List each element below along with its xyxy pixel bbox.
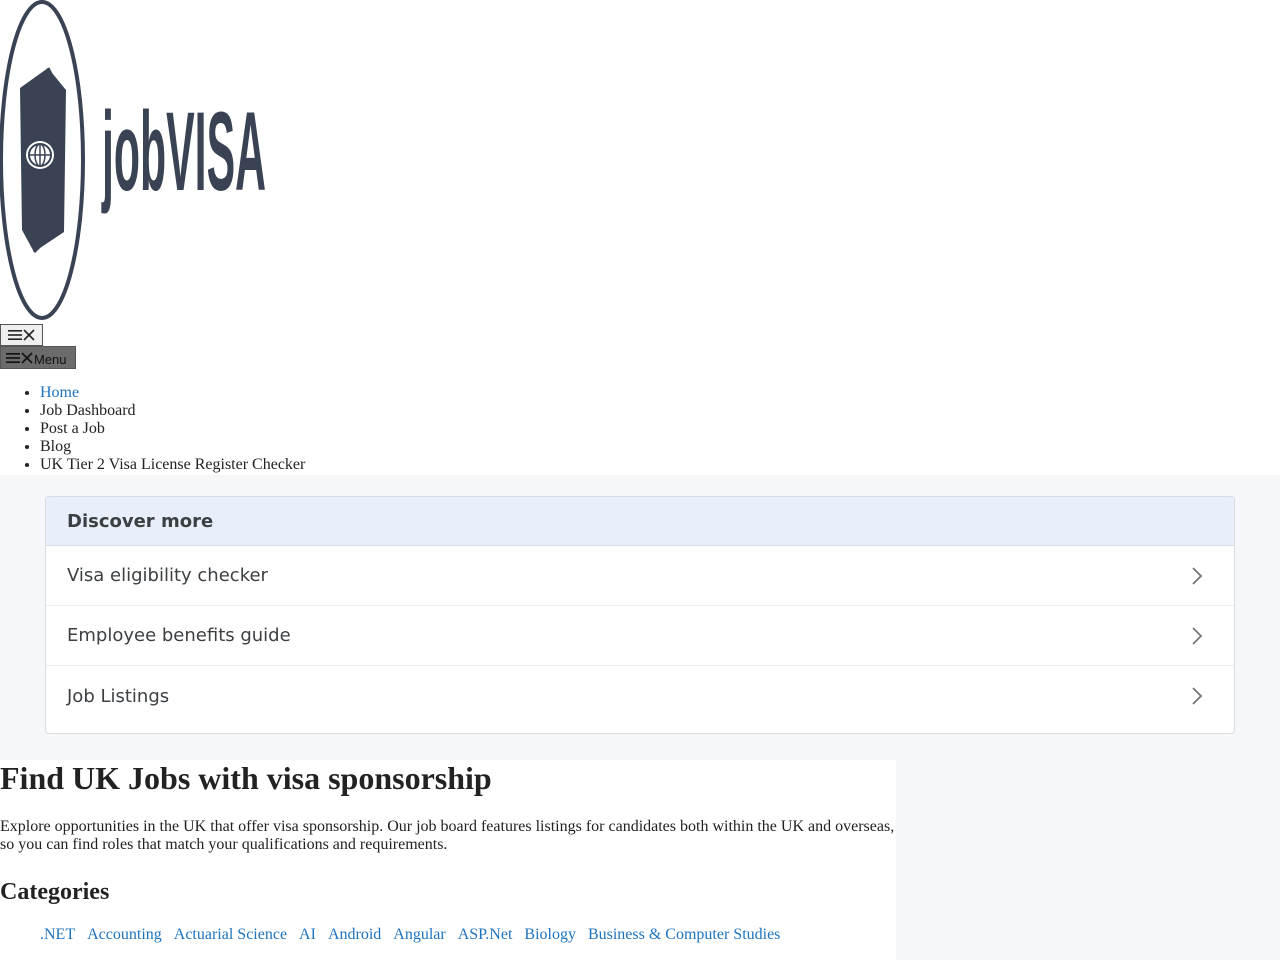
site-logo[interactable]: jobVISA — [0, 0, 270, 322]
close-icon — [23, 329, 35, 341]
menu-button-label: Menu — [34, 351, 67, 367]
nav-item-license-checker[interactable]: UK Tier 2 Visa License Register Checker — [40, 456, 305, 474]
nav-toggle-button[interactable] — [0, 324, 43, 346]
category-item[interactable]: Accounting — [87, 924, 162, 946]
category-link[interactable]: Accounting — [87, 926, 162, 943]
main-content: Find UK Jobs with visa sponsorship Explo… — [0, 760, 896, 960]
nav-item-job-dashboard[interactable]: Job Dashboard — [40, 402, 305, 420]
nav-item-post-a-job[interactable]: Post a Job — [40, 420, 305, 438]
category-item[interactable]: Biology — [524, 924, 576, 946]
discover-item-employee-benefits[interactable]: Employee benefits guide — [46, 606, 1234, 666]
category-item[interactable]: ASP.Net — [458, 924, 513, 946]
jobvisa-logo-icon: jobVISA — [0, 0, 266, 320]
nav-item-blog[interactable]: Blog — [40, 438, 305, 456]
discover-more-title: Discover more — [46, 497, 1234, 546]
chevron-right-icon — [1192, 626, 1203, 645]
category-link[interactable]: AI — [299, 926, 316, 943]
category-list: .NET Accounting Actuarial Science AI And… — [40, 924, 890, 946]
nav-link-home[interactable]: Home — [40, 384, 79, 401]
discover-item-label: Job Listings — [67, 685, 170, 707]
menu-button[interactable]: Menu — [0, 346, 76, 369]
page-title: Find UK Jobs with visa sponsorship — [0, 760, 492, 796]
discover-more-panel: Discover more Visa eligibility checker E… — [45, 496, 1235, 734]
category-link[interactable]: Business & Computer Studies — [588, 926, 780, 943]
category-link[interactable]: ASP.Net — [458, 926, 513, 943]
discover-item-visa-eligibility[interactable]: Visa eligibility checker — [46, 546, 1234, 606]
category-item[interactable]: Business & Computer Studies — [588, 924, 780, 946]
hamburger-icon — [6, 352, 20, 363]
category-link[interactable]: Android — [328, 926, 381, 943]
category-item[interactable]: AI — [299, 924, 316, 946]
logo-wordmark: jobVISA — [101, 89, 266, 214]
categories-heading: Categories — [0, 879, 110, 905]
category-link[interactable]: Biology — [524, 926, 576, 943]
category-link[interactable]: Angular — [393, 926, 445, 943]
category-item[interactable]: Android — [328, 924, 381, 946]
hamburger-icon — [8, 330, 22, 340]
category-item[interactable]: .NET — [40, 924, 75, 946]
chevron-right-icon — [1192, 566, 1203, 585]
category-item[interactable]: Actuarial Science — [174, 924, 287, 946]
category-item[interactable]: Angular — [393, 924, 445, 946]
intro-paragraph: Explore opportunities in the UK that off… — [0, 818, 895, 853]
primary-nav: Home Job Dashboard Post a Job Blog UK Ti… — [0, 384, 305, 474]
chevron-right-icon — [1192, 687, 1203, 705]
category-link[interactable]: Actuarial Science — [174, 926, 287, 943]
discover-item-job-listings[interactable]: Job Listings — [46, 666, 1234, 726]
nav-item-home[interactable]: Home — [40, 384, 305, 402]
close-icon — [21, 351, 33, 364]
discover-item-label: Visa eligibility checker — [67, 565, 268, 586]
category-link[interactable]: .NET — [40, 926, 75, 943]
discover-item-label: Employee benefits guide — [67, 625, 291, 646]
